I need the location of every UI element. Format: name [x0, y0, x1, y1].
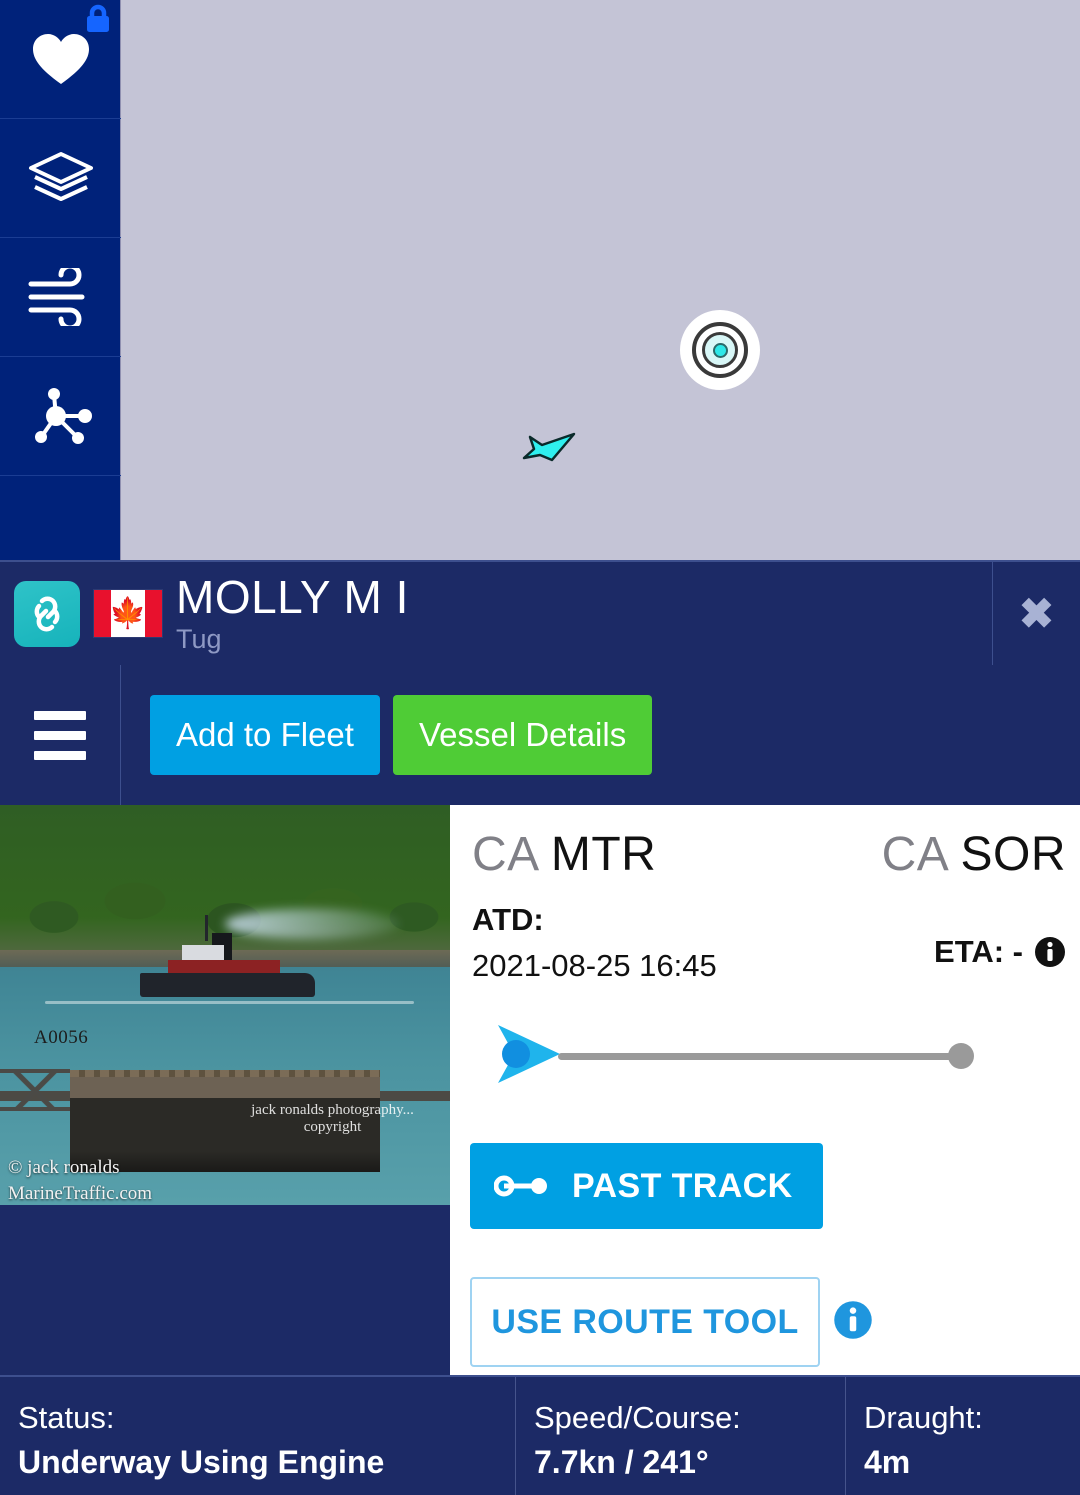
- status-label: Status:: [18, 1400, 115, 1435]
- photo-watermark: jack ronalds photography... copyright: [240, 1102, 425, 1137]
- photo-watermark-line2: copyright: [303, 1119, 362, 1136]
- hamburger-menu-icon[interactable]: [0, 665, 121, 805]
- origin-port[interactable]: CA MTR: [472, 827, 656, 882]
- eta-block: ETA: -: [934, 934, 1066, 970]
- photo-id-label: A0056: [34, 1027, 89, 1048]
- marker-core: [712, 342, 728, 358]
- photo-credit: © jack ronalds: [8, 1157, 120, 1178]
- vessel-type: Tug: [176, 624, 222, 654]
- origin-country-code: CA: [472, 828, 538, 881]
- chain-link-badge[interactable]: [14, 580, 80, 647]
- eta-value: ETA: -: [934, 934, 1023, 969]
- atd-label: ATD:: [472, 902, 544, 937]
- route-tool-info-icon[interactable]: [833, 1300, 873, 1340]
- speed-course-value: 7.7kn / 241°: [534, 1443, 709, 1480]
- draught-cell: Draught: 4m: [845, 1377, 1080, 1495]
- lock-icon: [87, 4, 109, 32]
- marker-ring-outer: [692, 322, 748, 378]
- photo-watermark-line1: jack ronalds photography...: [251, 1102, 414, 1118]
- progress-track-line: [558, 1053, 958, 1060]
- network-nodes-icon: [34, 388, 92, 444]
- sidebar-item-network-density[interactable]: [0, 357, 121, 476]
- vessel-header-main[interactable]: 🍁 MOLLY M I Tug: [0, 562, 993, 665]
- photo-wake: [45, 1001, 414, 1004]
- sidebar-item-weather-wind[interactable]: [0, 238, 121, 357]
- track-line-icon: [494, 1175, 547, 1197]
- vessel-photo[interactable]: A0056 jack ronalds photography... copyri…: [0, 805, 450, 1205]
- heart-icon: [32, 34, 89, 84]
- status-cell: Status: Underway Using Engine: [0, 1377, 515, 1495]
- photo-tug-hull: [140, 973, 315, 997]
- past-track-label: PAST TRACK: [572, 1166, 793, 1205]
- cyan-vessel-arrow-icon[interactable]: [518, 424, 580, 468]
- canada-flag-icon: 🍁: [94, 590, 162, 637]
- speed-course-label: Speed/Course:: [534, 1400, 741, 1435]
- vessel-title-block: MOLLY M I Tug: [176, 574, 409, 653]
- vessel-info-row: A0056 jack ronalds photography... copyri…: [0, 805, 1080, 1375]
- use-route-tool-button[interactable]: USE ROUTE TOOL: [470, 1277, 820, 1367]
- destination-port-code: SOR: [960, 828, 1066, 881]
- selected-vessel-marker[interactable]: [680, 310, 760, 390]
- layers-icon: [28, 152, 93, 201]
- photo-source: MarineTraffic.com: [8, 1183, 153, 1204]
- status-value: Underway Using Engine: [18, 1443, 385, 1480]
- voyage-panel: CA MTR CA SOR ATD: 2021-08-25 16:45 ETA:…: [450, 805, 1080, 1375]
- origin-port-code: MTR: [550, 828, 657, 881]
- vessel-toolbar: Add to Fleet Vessel Details: [0, 665, 1080, 805]
- destination-port[interactable]: CA SOR: [882, 827, 1066, 882]
- draught-label: Draught:: [864, 1400, 983, 1435]
- chain-link-icon: [34, 596, 60, 631]
- wind-icon: [28, 268, 84, 326]
- marker-ring-inner: [702, 332, 738, 368]
- photo-exhaust-smoke: [225, 909, 400, 939]
- sidebar-item-my-fleet[interactable]: [0, 0, 121, 119]
- past-track-button[interactable]: PAST TRACK: [470, 1143, 823, 1229]
- sidebar-item-map-layers[interactable]: [0, 119, 121, 238]
- vessel-status-bar: Status: Underway Using Engine Speed/Cour…: [0, 1375, 1080, 1495]
- vessel-header: 🍁 MOLLY M I Tug ✖: [0, 560, 1080, 665]
- marinetraffic-vessel-panel: 🍁 MOLLY M I Tug ✖ Add to Fleet Vessel De…: [0, 0, 1080, 1495]
- vessel-name: MOLLY M I: [176, 571, 409, 623]
- atd-value: 2021-08-25 16:45: [472, 948, 717, 983]
- add-to-fleet-button[interactable]: Add to Fleet: [150, 695, 380, 775]
- progress-destination-dot: [948, 1043, 974, 1069]
- photo-tug-mast: [205, 915, 208, 941]
- draught-value: 4m: [864, 1443, 911, 1480]
- speed-course-cell: Speed/Course: 7.7kn / 241°: [515, 1377, 845, 1495]
- map-canvas[interactable]: [120, 0, 1080, 560]
- destination-country-code: CA: [881, 828, 947, 881]
- ports-row: CA MTR CA SOR: [450, 805, 1080, 900]
- vessel-details-button[interactable]: Vessel Details: [392, 695, 653, 775]
- eta-info-icon[interactable]: [1034, 936, 1066, 968]
- map-area[interactable]: [0, 0, 1080, 560]
- close-panel-button[interactable]: ✖: [993, 562, 1080, 665]
- times-row: ATD: 2021-08-25 16:45 ETA: -: [450, 900, 1080, 1005]
- map-tools-sidebar: [0, 0, 121, 560]
- photo-pier-truss: [0, 1069, 70, 1111]
- voyage-progress: [450, 1005, 1080, 1095]
